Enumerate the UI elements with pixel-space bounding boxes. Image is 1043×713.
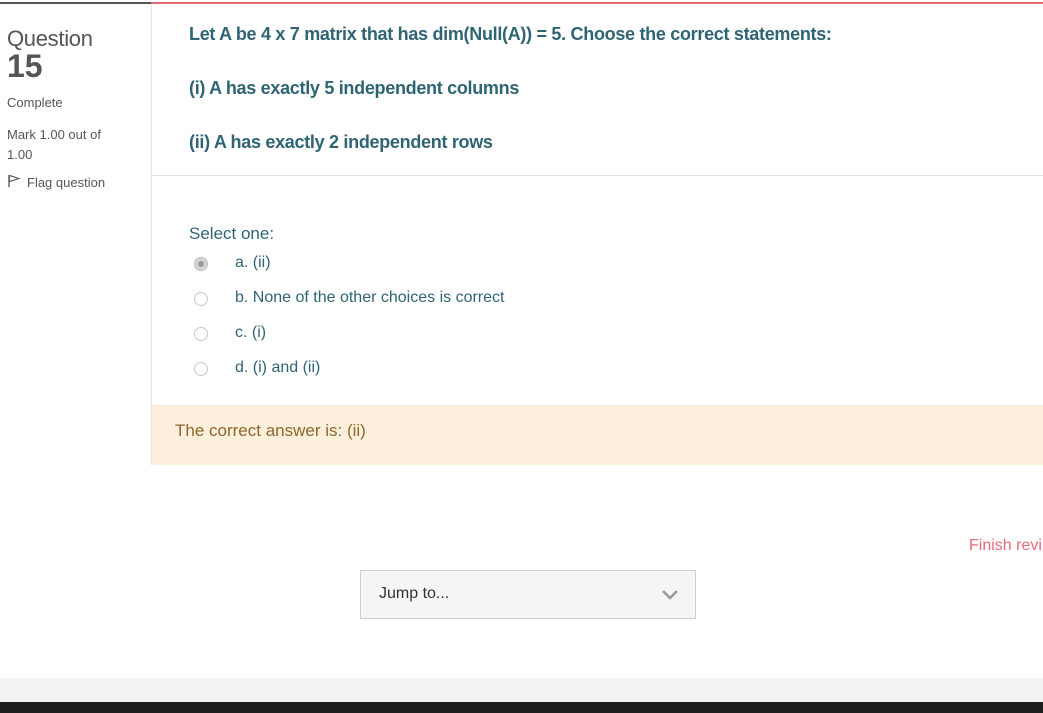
section-divider bbox=[152, 175, 1043, 176]
footer-dark-band bbox=[0, 702, 1043, 713]
footer-light-band bbox=[0, 678, 1043, 702]
statement-i: (i) A has exactly 5 independent columns bbox=[189, 78, 520, 98]
flag-icon bbox=[7, 174, 21, 191]
radio-button-c[interactable] bbox=[194, 327, 208, 341]
answer-option-d-label: d. (i) and (ii) bbox=[235, 359, 321, 376]
answer-option-d[interactable]: d. (i) and (ii) bbox=[194, 359, 320, 376]
radio-button-a[interactable] bbox=[194, 257, 208, 271]
answer-option-b[interactable]: b. None of the other choices is correct bbox=[194, 289, 504, 306]
answer-option-c[interactable]: c. (i) bbox=[194, 324, 266, 341]
flag-question-label: Flag question bbox=[27, 175, 106, 190]
radio-button-b[interactable] bbox=[194, 292, 208, 306]
jump-to-label: Jump to... bbox=[379, 585, 450, 602]
correct-answer-feedback: The correct answer is: (ii) bbox=[175, 421, 366, 440]
question-grade: Mark 1.00 out of 1.00 bbox=[7, 127, 101, 162]
question-content: Let A be 4 x 7 matrix that has dim(Null(… bbox=[151, 4, 1043, 465]
question-state: Complete bbox=[7, 95, 63, 110]
select-one-prompt: Select one: bbox=[189, 224, 275, 243]
radio-button-d[interactable] bbox=[194, 362, 208, 376]
top-left-border bbox=[0, 2, 151, 4]
statement-ii: (ii) A has exactly 2 independent rows bbox=[189, 132, 493, 152]
jump-to-select[interactable]: Jump to... bbox=[360, 570, 696, 619]
question-stem: Let A be 4 x 7 matrix that has dim(Null(… bbox=[189, 24, 832, 44]
question-number: 15 bbox=[7, 48, 43, 84]
answer-option-a[interactable]: a. (ii) bbox=[194, 254, 271, 271]
chevron-down-icon bbox=[662, 590, 678, 600]
answer-option-b-label: b. None of the other choices is correct bbox=[235, 289, 505, 306]
flag-question-link[interactable]: Flag question bbox=[7, 174, 105, 191]
feedback-box: The correct answer is: (ii) bbox=[152, 405, 1043, 465]
finish-review-link[interactable]: Finish revi bbox=[969, 537, 1042, 555]
answer-option-a-label: a. (ii) bbox=[235, 254, 271, 271]
answer-option-c-label: c. (i) bbox=[235, 324, 267, 341]
